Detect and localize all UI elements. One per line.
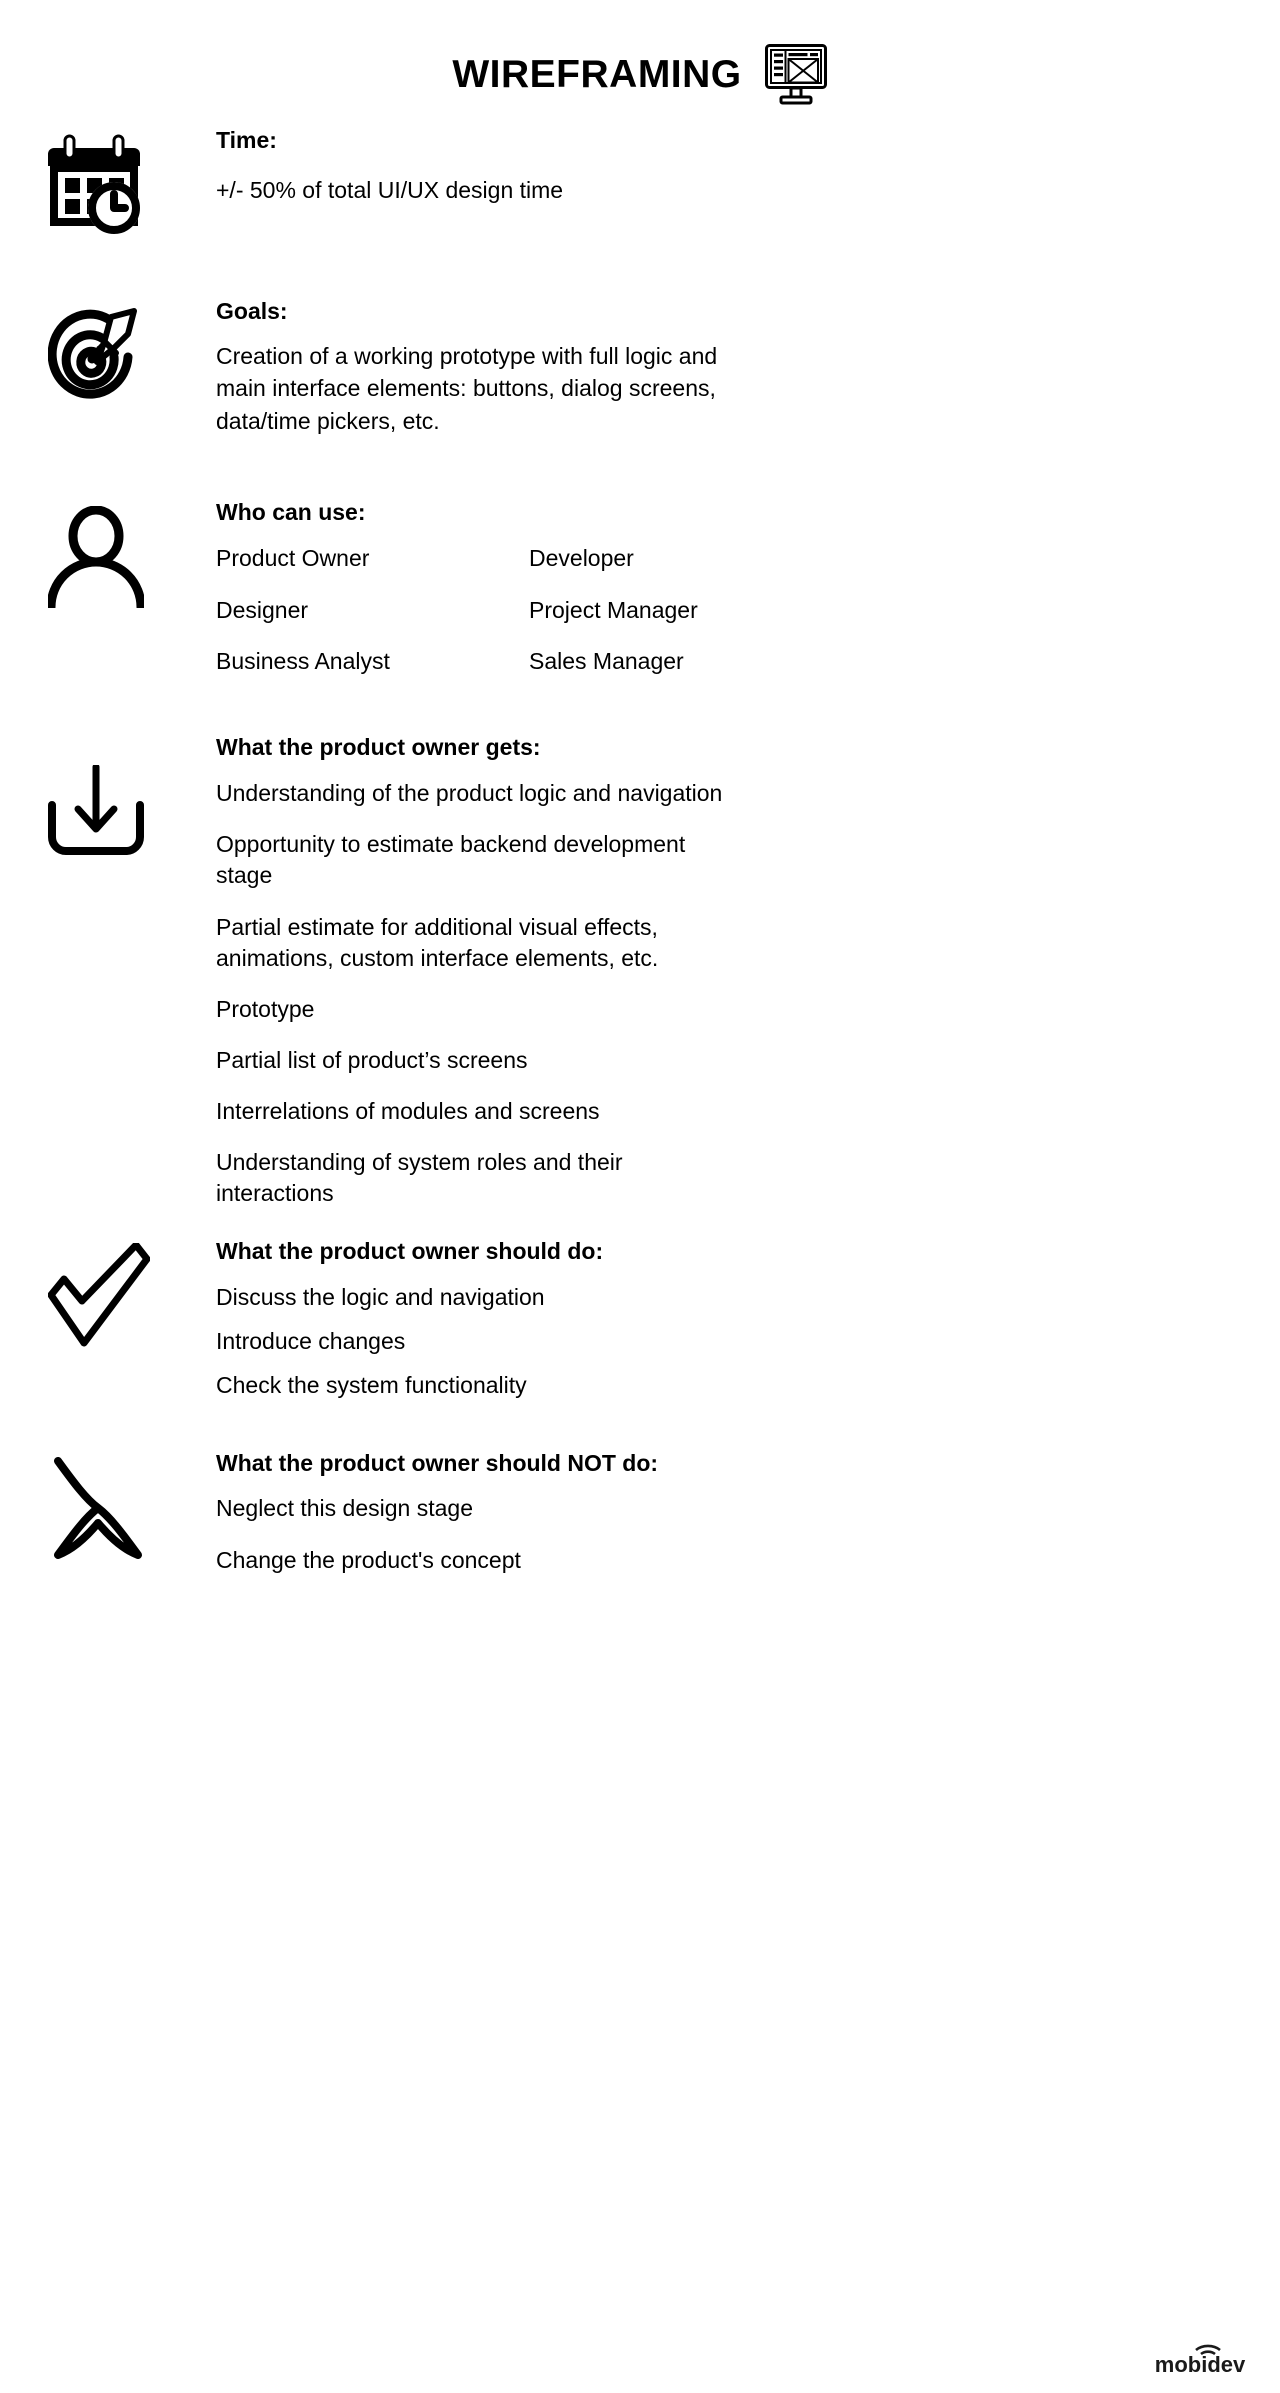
section-paragraph: +/- 50% of total UI/UX design time bbox=[216, 176, 564, 203]
role-item: Designer bbox=[216, 596, 309, 623]
list-item: Introduce changes bbox=[216, 1327, 406, 1354]
list-item: Check the system functionality bbox=[216, 1371, 527, 1398]
download-arrow-icon bbox=[48, 764, 144, 855]
should-not-do-list: Neglect this design stage Change the pro… bbox=[216, 1493, 1240, 1575]
target-pencil-icon bbox=[48, 308, 137, 399]
role-item: Sales Manager bbox=[529, 647, 684, 674]
list-item: Prototype bbox=[216, 995, 315, 1022]
section-icon-cell bbox=[0, 297, 216, 405]
footer-logo: mobidev bbox=[1146, 2341, 1254, 2375]
list-item: Opportunity to estimate backend developm… bbox=[216, 831, 686, 889]
section-body: Who can use: Product Owner Designer Busi… bbox=[216, 498, 1280, 677]
section-body: What the product owner should NOT do: Ne… bbox=[216, 1449, 1280, 1576]
section-goals: Goals: Creation of a working prototype w… bbox=[0, 297, 1280, 438]
section-product-owner-should-not-do: What the product owner should NOT do: Ne… bbox=[0, 1449, 1280, 1576]
section-heading: Goals: bbox=[216, 298, 288, 324]
page-title: WIREFRAMING bbox=[452, 52, 742, 96]
cross-x-icon bbox=[54, 1456, 142, 1559]
list-item: Partial list of product’s screens bbox=[216, 1046, 528, 1073]
section-heading: Time: bbox=[216, 127, 277, 153]
list-item: Partial estimate for additional visual e… bbox=[216, 913, 659, 971]
section-who-can-use: Who can use: Product Owner Designer Busi… bbox=[0, 498, 1280, 677]
wireframe-monitor-icon bbox=[764, 44, 827, 105]
section-icon-cell bbox=[0, 1237, 216, 1347]
list-item: Change the product's concept bbox=[216, 1546, 521, 1573]
list-item: Understanding of the product logic and n… bbox=[216, 780, 723, 807]
list-item: Understanding of system roles and their … bbox=[216, 1148, 623, 1206]
role-item: Project Manager bbox=[529, 596, 698, 623]
section-product-owner-should-do: What the product owner should do: Discus… bbox=[0, 1237, 1280, 1401]
section-icon-cell bbox=[0, 1449, 216, 1559]
section-heading: What the product owner should do: bbox=[216, 1237, 604, 1264]
roles-grid: Product Owner Designer Business Analyst … bbox=[216, 543, 1240, 676]
section-icon-cell bbox=[0, 126, 216, 234]
role-item: Developer bbox=[529, 545, 634, 572]
section-heading: Who can use: bbox=[216, 498, 366, 525]
page-title-row: WIREFRAMING bbox=[0, 0, 1280, 105]
mobidev-logo: mobidev bbox=[1155, 2344, 1246, 2375]
section-heading: What the product owner gets: bbox=[216, 733, 541, 760]
section-time: Time: +/- 50% of total UI/UX design time bbox=[0, 126, 1280, 234]
calendar-clock-icon bbox=[48, 134, 140, 234]
section-icon-cell bbox=[0, 498, 216, 608]
section-body: Time: +/- 50% of total UI/UX design time bbox=[216, 126, 1280, 206]
person-icon bbox=[48, 505, 144, 608]
section-product-owner-gets: What the product owner gets: Understandi… bbox=[0, 733, 1280, 1209]
section-icon-cell bbox=[0, 733, 216, 857]
section-body: What the product owner gets: Understandi… bbox=[216, 733, 1280, 1209]
checkmark-icon bbox=[48, 1242, 150, 1347]
list-item: Discuss the logic and navigation bbox=[216, 1283, 545, 1310]
section-body: What the product owner should do: Discus… bbox=[216, 1237, 1280, 1401]
role-item: Business Analyst bbox=[216, 647, 390, 674]
logo-wordmark: mobidev bbox=[1155, 2352, 1246, 2375]
section-body: Goals: Creation of a working prototype w… bbox=[216, 297, 1280, 438]
infographic-page: WIREFRAMING Time: +/- 50% of total UI/UX… bbox=[0, 0, 1280, 2393]
section-heading: What the product owner should NOT do: bbox=[216, 1449, 659, 1476]
should-do-list: Discuss the logic and navigation Introdu… bbox=[216, 1282, 1240, 1401]
list-item: Interrelations of modules and screens bbox=[216, 1097, 600, 1124]
list-item: Neglect this design stage bbox=[216, 1495, 473, 1522]
section-paragraph: Creation of a working prototype with ful… bbox=[216, 342, 718, 435]
roles-column-right: Developer Project Manager Sales Manager bbox=[529, 543, 842, 676]
gets-list: Understanding of the product logic and n… bbox=[216, 778, 1240, 1208]
roles-column-left: Product Owner Designer Business Analyst bbox=[216, 543, 529, 676]
role-item: Product Owner bbox=[216, 545, 370, 572]
